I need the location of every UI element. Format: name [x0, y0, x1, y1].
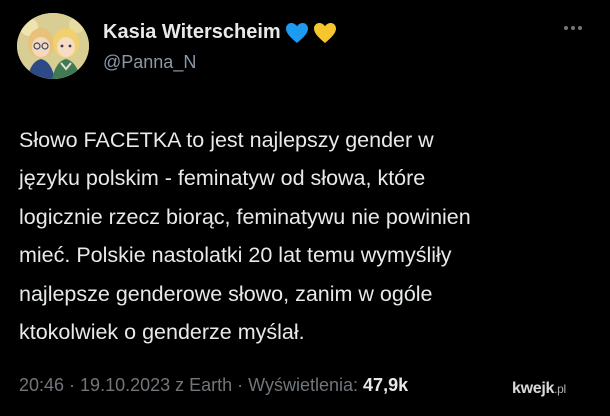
tweet-source: z Earth	[170, 375, 233, 395]
tweet-line: najlepsze genderowe słowo, zanim w ogóle	[19, 281, 433, 306]
tweet-line: języku polskim - feminatyw od słowa, któ…	[19, 166, 426, 191]
views-count: 47,9k	[363, 375, 409, 395]
meta-separator: ·	[64, 375, 81, 395]
watermark-tld: .pl	[554, 382, 566, 396]
avatar[interactable]	[17, 13, 89, 79]
tweet-line: Słowo FACETKA to jest najlepszy gender w	[19, 128, 434, 152]
blue-heart-icon	[285, 22, 309, 44]
tweet-meta: 20:46 · 19.10.2023 z Earth · Wyświetleni…	[19, 375, 408, 396]
user-handle[interactable]: @Panna_N	[103, 52, 196, 73]
tweet-line: logicznie rzecz biorąc, feminatywu nie p…	[19, 204, 471, 229]
watermark-brand: kwejk	[512, 380, 555, 397]
tweet-text: Słowo FACETKA to jest najlepszy gender w…	[19, 121, 579, 351]
tweet-line: ktokolwiek o genderze myślał.	[19, 320, 305, 345]
display-name[interactable]: Kasia Witerscheim	[103, 21, 337, 44]
yellow-heart-icon	[313, 22, 337, 44]
more-dot	[571, 26, 575, 30]
more-horizontal-icon[interactable]	[564, 26, 582, 30]
display-name-text: Kasia Witerscheim	[103, 21, 281, 43]
tweet-date[interactable]: 19.10.2023	[80, 375, 170, 395]
tweet-card: Kasia Witerscheim @Panna_N Słowo FACETKA…	[0, 0, 610, 416]
tweet-time[interactable]: 20:46	[19, 375, 64, 395]
avatar-image	[17, 13, 89, 79]
more-dot	[564, 26, 568, 30]
tweet-line: mieć. Polskie nastolatki 20 lat temu wym…	[19, 243, 452, 268]
more-dot	[578, 26, 582, 30]
watermark-logo: kwejk.pl	[512, 380, 566, 398]
views-label: Wyświetlenia:	[248, 375, 364, 395]
meta-separator: ·	[232, 375, 249, 395]
